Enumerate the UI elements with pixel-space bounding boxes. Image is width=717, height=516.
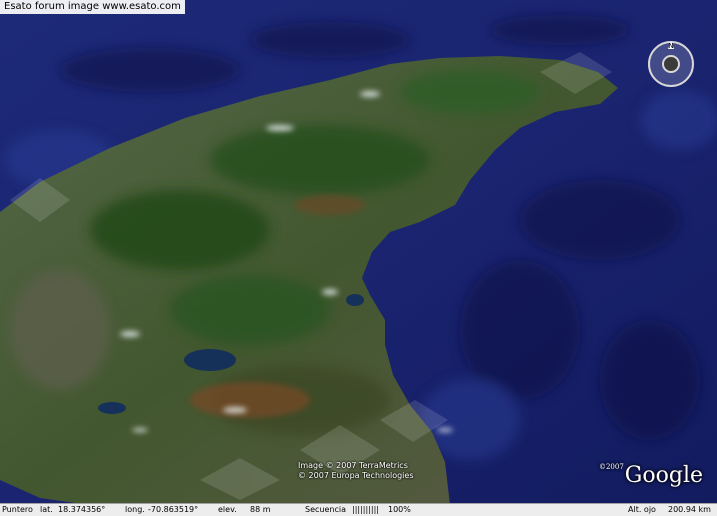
latitude-value: 18.374356°	[58, 505, 106, 514]
look-joystick[interactable]	[662, 55, 680, 73]
google-logo: ©2007Google	[599, 463, 703, 488]
attribution-line: © 2007 Europa Technologies	[298, 471, 414, 480]
pointer-label: Puntero	[2, 505, 33, 514]
status-bar: Puntero lat. 18.374356° long. -70.863519…	[0, 503, 717, 516]
longitude-value: -70.863519°	[148, 505, 199, 514]
imagery-attribution: Image © 2007 TerraMetrics © 2007 Europa …	[298, 461, 414, 481]
streaming-bar: ||||||||||	[352, 505, 379, 514]
streaming-percent: 100%	[388, 505, 411, 514]
eye-altitude-value: 200.94 km	[668, 505, 711, 514]
eye-altitude-label: Alt. ojo	[628, 505, 656, 514]
elevation-value: 88 m	[250, 505, 271, 514]
page-title: Esato forum image www.esato.com	[0, 0, 185, 14]
logo-copyright: ©2007	[598, 463, 624, 471]
compass-north-label: N	[668, 42, 673, 50]
longitude-label: long.	[125, 505, 145, 514]
logo-brand: Google	[624, 463, 703, 488]
navigation-compass[interactable]: N	[643, 36, 699, 92]
earth-view[interactable]: Esato forum image www.esato.com N Image …	[0, 0, 717, 516]
streaming-label: Secuencia	[305, 505, 346, 514]
latitude-label: lat.	[40, 505, 53, 514]
elevation-label: elev.	[218, 505, 237, 514]
satellite-terrain[interactable]	[0, 0, 717, 516]
attribution-line: Image © 2007 TerraMetrics	[298, 461, 408, 470]
